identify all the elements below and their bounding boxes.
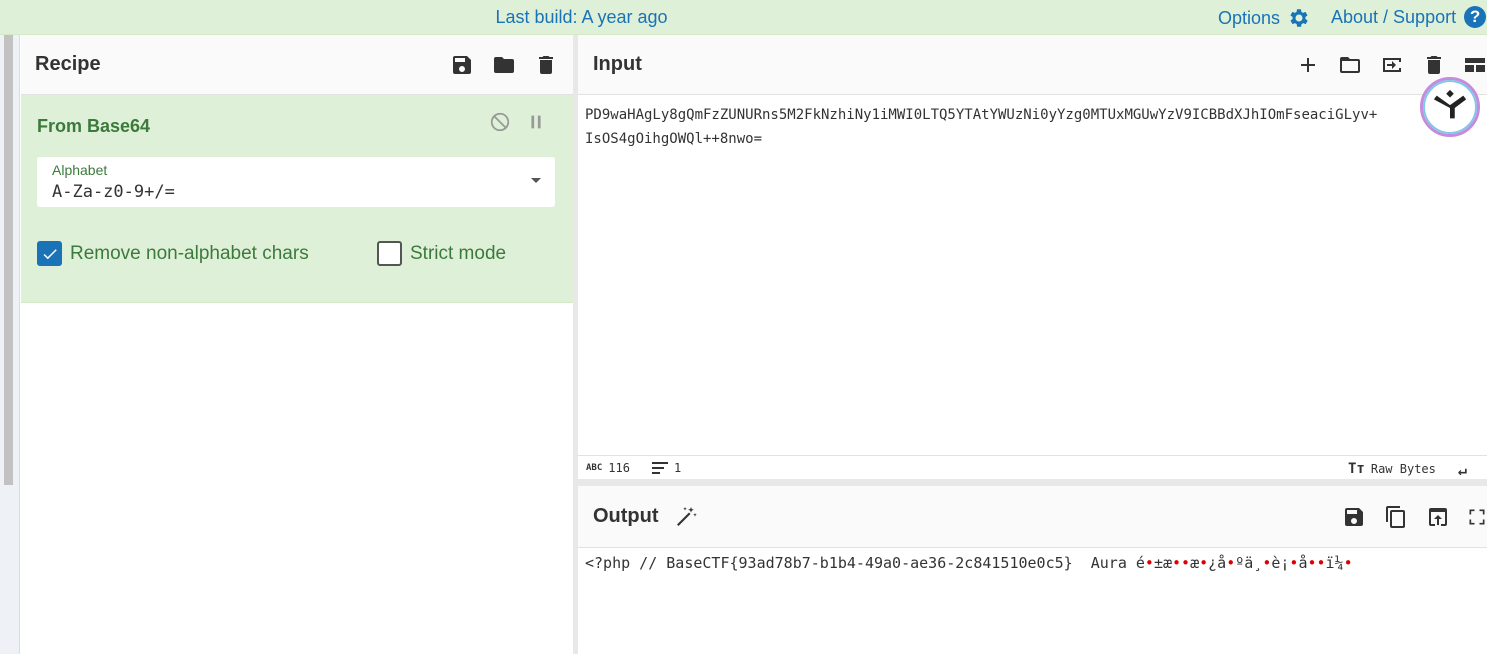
output-panel: Output <?php // BaseCTF{93ad78b7-b1b4-49… (578, 486, 1487, 654)
text-format-icon: Tт (1348, 461, 1365, 477)
char-count: 116 (608, 461, 630, 475)
alphabet-select[interactable]: Alphabet A-Za-z0-9+/= (37, 157, 555, 207)
output-text[interactable]: <?php // BaseCTF{93ad78b7-b1b4-49a0-ae36… (585, 554, 1353, 572)
strict-mode-label: Strict mode (410, 242, 507, 264)
trash-icon[interactable] (533, 52, 559, 78)
pane-splitter[interactable] (578, 479, 1487, 486)
input-line-1: PD9waHAgLy8gQmFzZUNURns5M2FkNzhiNy1iMWI0… (585, 107, 1378, 123)
input-panel: Input PD9waHAgLy8gQmFzZUNURns5M2FkNzhiNy… (578, 35, 1487, 479)
add-tab-icon[interactable] (1295, 52, 1321, 78)
magic-wand-icon[interactable] (673, 504, 699, 530)
operation-name: From Base64 (37, 116, 151, 136)
line-count: 1 (674, 461, 682, 475)
remove-nonalpha-checkbox[interactable]: Remove non-alphabet chars (37, 241, 309, 266)
open-folder-icon[interactable] (1337, 52, 1363, 78)
output-segment: è¡ (1271, 554, 1290, 572)
logo-icon (1420, 77, 1480, 137)
abc-icon: ABC (586, 463, 603, 473)
operations-strip (0, 35, 20, 654)
alphabet-label: Alphabet (52, 162, 108, 178)
gear-icon (1290, 9, 1308, 27)
clear-input-icon[interactable] (1421, 52, 1447, 78)
alphabet-value: A-Za-z0-9+/= (52, 182, 175, 202)
eol-selector[interactable]: ↵ (1458, 461, 1467, 479)
output-segment: ï¼ (1325, 554, 1344, 572)
output-decoded-text: <?php // BaseCTF{93ad78b7-b1b4-49a0-ae36… (585, 554, 1145, 572)
recipe-header: Recipe (21, 35, 573, 95)
save-icon[interactable] (449, 52, 475, 78)
copy-icon[interactable] (1383, 504, 1409, 530)
input-status-bar: ABC 116 1 Tт Raw Bytes ↵ (578, 455, 1487, 479)
input-line-2: IsOS4gOihgOWQl++8nwo= (585, 131, 763, 147)
maximize-icon[interactable] (1467, 504, 1487, 530)
last-build-text: Last build: A year ago (495, 7, 668, 27)
output-header: Output (578, 486, 1487, 548)
help-icon: ? (1464, 6, 1487, 28)
recipe-panel: Recipe From Base64 Alphabet A-Za-z0-9+/=… (21, 35, 573, 654)
disable-icon[interactable] (489, 111, 511, 133)
replace-input-icon[interactable] (1425, 504, 1451, 530)
folder-icon[interactable] (491, 52, 517, 78)
options-label: Options (1218, 7, 1281, 28)
chevron-down-icon (531, 178, 541, 183)
scrollbar[interactable] (4, 35, 13, 485)
checkbox-unchecked-icon[interactable] (377, 241, 402, 266)
save-output-icon[interactable] (1341, 504, 1367, 530)
output-title: Output (593, 505, 659, 527)
encoding-selector[interactable]: Tт Raw Bytes (1348, 461, 1436, 477)
encoding-label: Raw Bytes (1370, 462, 1436, 476)
remove-nonalpha-label: Remove non-alphabet chars (70, 242, 309, 264)
return-icon: ↵ (1458, 461, 1468, 479)
about-label: About / Support (1331, 6, 1457, 27)
lines-icon (652, 462, 668, 474)
layout-icon[interactable] (1463, 52, 1487, 78)
checkbox-checked-icon[interactable] (37, 241, 62, 266)
top-bar: Last build: A year ago Options About / S… (0, 0, 1487, 35)
operation-from-base64: From Base64 Alphabet A-Za-z0-9+/= Remove… (21, 95, 573, 303)
recipe-title: Recipe (35, 53, 101, 75)
about-support-link[interactable]: About / Support ? (1331, 6, 1487, 28)
output-segment: æ (1190, 554, 1200, 572)
output-segment: ºä¸ (1235, 554, 1263, 572)
strict-mode-checkbox[interactable]: Strict mode (377, 241, 506, 266)
output-segment: ¿å (1208, 554, 1227, 572)
input-title: Input (593, 53, 642, 75)
input-header: Input (578, 35, 1487, 95)
load-file-icon[interactable] (1379, 52, 1405, 78)
options-link[interactable]: Options (1218, 6, 1310, 30)
input-textarea[interactable]: PD9waHAgLy8gQmFzZUNURns5M2FkNzhiNy1iMWI0… (585, 103, 1480, 151)
output-segment: ±æ (1153, 554, 1173, 572)
pause-icon[interactable] (525, 111, 547, 133)
